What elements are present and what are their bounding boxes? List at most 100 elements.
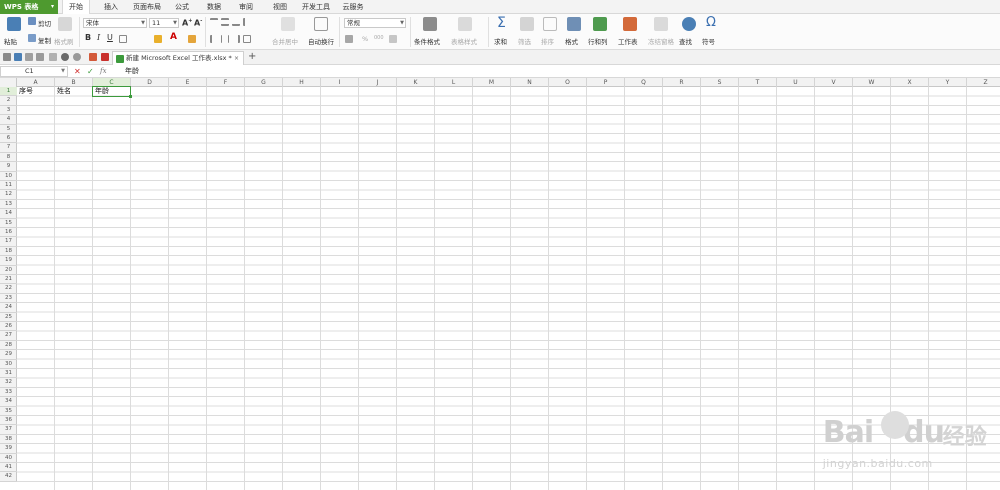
cancel-entry-button[interactable]: ✕: [74, 66, 81, 77]
cell-b1[interactable]: 姓名: [55, 87, 93, 96]
sort-icon[interactable]: [543, 17, 557, 31]
tab-cloud[interactable]: 云服务: [340, 0, 366, 14]
number-format-select[interactable]: 常规 ▼: [344, 18, 406, 28]
row-header-18[interactable]: 18: [0, 247, 17, 257]
cut-button[interactable]: 剪切: [38, 18, 51, 28]
merge-center-icon[interactable]: [281, 17, 295, 31]
freeze-panes-icon[interactable]: [654, 17, 668, 31]
row-header-7[interactable]: 7: [0, 143, 17, 153]
row-header-1[interactable]: 1: [0, 87, 17, 97]
select-all-corner[interactable]: [0, 78, 17, 87]
row-header-17[interactable]: 17: [0, 237, 17, 247]
distributed-icon[interactable]: [243, 35, 251, 43]
row-header-6[interactable]: 6: [0, 134, 17, 144]
row-header-23[interactable]: 23: [0, 294, 17, 304]
row-header-27[interactable]: 27: [0, 331, 17, 341]
freeze-panes-label[interactable]: 冻结窗格: [648, 36, 674, 46]
column-header-s[interactable]: S: [701, 78, 739, 87]
copy-icon[interactable]: [28, 34, 36, 42]
table-style-icon[interactable]: [458, 17, 472, 31]
row-header-22[interactable]: 22: [0, 284, 17, 294]
row-header-12[interactable]: 12: [0, 190, 17, 200]
column-header-f[interactable]: F: [207, 78, 245, 87]
font-name-select[interactable]: 宋体 ▼: [83, 18, 147, 28]
cell-a1[interactable]: 序号: [17, 87, 55, 96]
tab-home[interactable]: 开始: [62, 0, 90, 14]
format-painter-icon[interactable]: [58, 17, 72, 31]
formula-input[interactable]: 年龄: [125, 66, 139, 77]
currency-icon[interactable]: [345, 35, 353, 43]
row-header-34[interactable]: 34: [0, 397, 17, 407]
column-header-d[interactable]: D: [131, 78, 169, 87]
filter-label[interactable]: 筛选: [518, 36, 531, 46]
redo-icon[interactable]: [73, 53, 81, 61]
save-icon[interactable]: [14, 53, 22, 61]
column-header-k[interactable]: K: [397, 78, 435, 87]
row-header-11[interactable]: 11: [0, 181, 17, 191]
row-header-32[interactable]: 32: [0, 378, 17, 388]
decrease-font-icon[interactable]: A-: [194, 18, 202, 28]
format-label[interactable]: 格式: [565, 36, 578, 46]
row-header-33[interactable]: 33: [0, 388, 17, 398]
row-header-35[interactable]: 35: [0, 407, 17, 416]
column-header-b[interactable]: B: [55, 78, 93, 87]
sigma-icon[interactable]: Σ: [497, 15, 506, 31]
paste-label[interactable]: 粘贴: [4, 36, 17, 46]
row-header-16[interactable]: 16: [0, 228, 17, 238]
new-tab-button[interactable]: +: [248, 50, 256, 64]
font-color-icon[interactable]: A: [170, 32, 177, 42]
row-header-4[interactable]: 4: [0, 115, 17, 125]
row-header-9[interactable]: 9: [0, 162, 17, 172]
column-header-z[interactable]: Z: [967, 78, 1000, 87]
row-header-40[interactable]: 40: [0, 454, 17, 463]
row-header-36[interactable]: 36: [0, 416, 17, 426]
clear-format-icon[interactable]: [188, 35, 196, 43]
row-header-13[interactable]: 13: [0, 200, 17, 210]
row-header-2[interactable]: 2: [0, 96, 17, 106]
column-header-e[interactable]: E: [169, 78, 207, 87]
conditional-format-icon[interactable]: [423, 17, 437, 31]
decimal-icon[interactable]: [389, 35, 397, 43]
column-header-y[interactable]: Y: [929, 78, 967, 87]
tab-developer[interactable]: 开发工具: [300, 0, 332, 14]
app-menu-button[interactable]: WPS 表格 ▾: [0, 0, 58, 14]
column-header-t[interactable]: T: [739, 78, 777, 87]
document-tab[interactable]: 新建 Microsoft Excel 工作表.xlsx * ×: [112, 51, 244, 65]
tab-data[interactable]: 数据: [204, 0, 224, 14]
column-header-r[interactable]: R: [663, 78, 701, 87]
align-middle-icon[interactable]: [221, 18, 229, 26]
merge-center-label[interactable]: 合并居中: [272, 36, 298, 46]
search-icon[interactable]: [682, 17, 696, 31]
column-header-h[interactable]: H: [283, 78, 321, 87]
row-header-8[interactable]: 8: [0, 153, 17, 163]
indent-icon[interactable]: [243, 18, 251, 26]
increase-font-icon[interactable]: A+: [182, 18, 192, 28]
row-header-5[interactable]: 5: [0, 125, 17, 134]
conditional-format-label[interactable]: 条件格式: [414, 36, 440, 46]
align-center-icon[interactable]: [221, 35, 229, 43]
column-header-p[interactable]: P: [587, 78, 625, 87]
column-header-v[interactable]: V: [815, 78, 853, 87]
print-icon[interactable]: [36, 53, 44, 61]
row-header-19[interactable]: 19: [0, 256, 17, 266]
insert-function-button[interactable]: fx: [100, 66, 107, 77]
row-header-31[interactable]: 31: [0, 369, 17, 379]
column-header-l[interactable]: L: [435, 78, 473, 87]
confirm-entry-button[interactable]: ✓: [87, 66, 94, 77]
column-header-i[interactable]: I: [321, 78, 359, 87]
wrap-text-icon[interactable]: [314, 17, 328, 31]
row-header-25[interactable]: 25: [0, 313, 17, 322]
open-icon[interactable]: [3, 53, 11, 61]
row-col-label[interactable]: 行和列: [588, 36, 608, 46]
undo-icon[interactable]: [61, 53, 69, 61]
name-box[interactable]: C1 ▼: [0, 66, 68, 77]
row-header-21[interactable]: 21: [0, 275, 17, 285]
table-style-label[interactable]: 表格样式: [451, 36, 477, 46]
worksheet-icon[interactable]: [623, 17, 637, 31]
sum-label[interactable]: 求和: [494, 36, 507, 46]
print-preview-icon[interactable]: [25, 53, 33, 61]
find-label[interactable]: 查找: [679, 36, 692, 46]
close-icon[interactable]: ×: [234, 52, 239, 65]
align-top-icon[interactable]: [210, 18, 218, 26]
column-header-n[interactable]: N: [511, 78, 549, 87]
